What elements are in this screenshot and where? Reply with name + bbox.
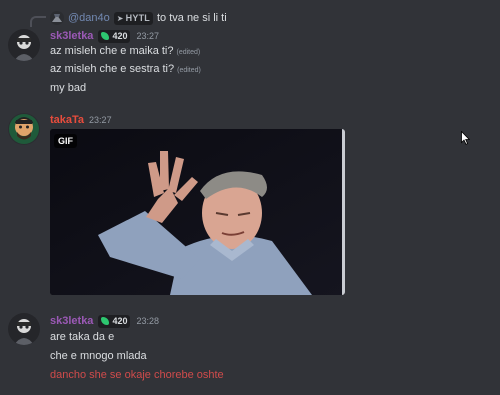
message-body: che e mnogo mlada	[50, 350, 147, 362]
leaf-icon	[101, 32, 110, 40]
message-text[interactable]: are taka da e	[50, 331, 114, 343]
chat-messages: @dan4o ➤ HYTL to tva ne si li ti sk3letk…	[0, 0, 500, 395]
username[interactable]: takaTa	[50, 114, 84, 126]
reply-text[interactable]: to tva ne si li ti	[157, 12, 227, 24]
reply-tag: ➤ HYTL	[113, 11, 153, 25]
message-text[interactable]: az misleh che e maika ti? (edited)	[50, 45, 200, 57]
message-header: sk3letka 420 23:27	[50, 28, 159, 44]
reply-preview[interactable]: @dan4o ➤ HYTL to tva ne si li ti	[50, 10, 227, 26]
mouse-cursor-icon	[461, 131, 470, 145]
message-body: are taka da e	[50, 331, 115, 343]
reply-avatar	[50, 11, 64, 25]
message-header: takaTa 23:27	[50, 112, 112, 128]
role-badge[interactable]: 420	[98, 314, 131, 328]
reply-spine	[30, 16, 46, 27]
message-body: dancho she se okaje chorebe oshte	[50, 369, 224, 381]
avatar[interactable]	[8, 29, 40, 61]
rocket-icon: ➤	[116, 13, 124, 23]
avatar[interactable]	[8, 313, 40, 345]
username[interactable]: sk3letka	[50, 30, 93, 42]
timestamp: 23:27	[136, 31, 159, 41]
leaf-icon	[101, 317, 110, 325]
avatar[interactable]	[8, 113, 40, 145]
edited-label: (edited)	[176, 49, 201, 56]
role-badge[interactable]: 420	[98, 29, 131, 43]
message-text[interactable]: dancho she se okaje chorebe oshte	[50, 369, 224, 381]
message-text[interactable]: az misleh che e sestra ti? (edited)	[50, 63, 201, 75]
timestamp: 23:28	[136, 316, 159, 326]
edited-label: (edited)	[177, 67, 201, 74]
username[interactable]: sk3letka	[50, 315, 93, 327]
message-body: my bad	[50, 82, 87, 94]
role-badge-label: 420	[112, 316, 128, 326]
reply-username[interactable]: @dan4o	[68, 12, 110, 24]
gif-embed[interactable]: GIF	[50, 129, 345, 295]
role-badge-label: 420	[112, 31, 128, 41]
timestamp: 23:27	[89, 115, 112, 125]
gif-image	[50, 129, 345, 295]
message-header: sk3letka 420 23:28	[50, 313, 159, 329]
message-text[interactable]: che e mnogo mlada	[50, 350, 147, 362]
message-body: az misleh che e maika ti?	[50, 45, 174, 57]
reply-tag-label: HYTL	[125, 13, 150, 23]
message-text[interactable]: my bad	[50, 82, 86, 94]
gif-label: GIF	[54, 134, 77, 148]
message-body: az misleh che e sestra ti?	[50, 63, 175, 75]
